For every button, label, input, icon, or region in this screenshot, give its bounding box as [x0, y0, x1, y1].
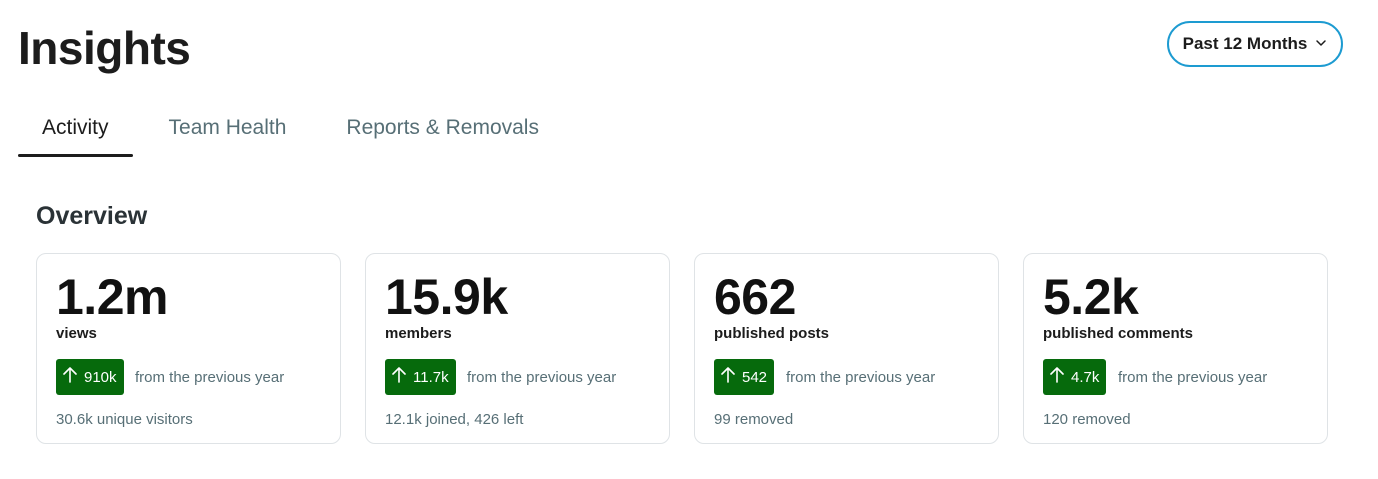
change-value: 11.7k: [413, 368, 449, 386]
stat-value: 15.9k: [385, 269, 508, 325]
stat-value: 5.2k: [1043, 269, 1139, 325]
arrow-up-icon: [720, 366, 736, 388]
tab-reports-removals[interactable]: Reports & Removals: [322, 104, 563, 157]
change-badge: 910k: [56, 359, 124, 395]
stat-card-views: 1.2m views 910k from the previous year 3…: [36, 253, 341, 444]
stat-metric-label: published posts: [714, 325, 830, 342]
overview-heading: Overview: [36, 202, 148, 230]
comparison-text: from the previous year: [135, 369, 285, 386]
change-value: 910k: [84, 368, 117, 386]
stat-footnote: 30.6k unique visitors: [56, 411, 193, 428]
stat-footnote: 12.1k joined, 426 left: [385, 411, 524, 428]
tab-activity[interactable]: Activity: [18, 104, 133, 157]
comparison-text: from the previous year: [786, 369, 936, 386]
tab-bar: Activity Team Health Reports & Removals: [18, 104, 575, 157]
date-range-label: Past 12 Months: [1182, 34, 1308, 53]
arrow-up-icon: [62, 366, 78, 388]
date-range-dropdown[interactable]: Past 12 Months: [1167, 21, 1343, 67]
comparison-text: from the previous year: [467, 369, 617, 386]
change-value: 4.7k: [1071, 368, 1100, 386]
stat-value: 1.2m: [56, 269, 168, 325]
stat-metric-label: views: [56, 325, 97, 342]
stat-card-members: 15.9k members 11.7k from the previous ye…: [365, 253, 670, 444]
stat-footnote: 120 removed: [1043, 411, 1131, 428]
change-badge: 542: [714, 359, 775, 395]
change-badge: 4.7k: [1043, 359, 1107, 395]
tab-team-health[interactable]: Team Health: [145, 104, 311, 157]
insights-page: Insights Past 12 Months Activity Team He…: [0, 0, 1378, 479]
page-title: Insights: [18, 22, 191, 74]
stat-card-published-posts: 662 published posts 542 from the previou…: [694, 253, 999, 444]
comparison-text: from the previous year: [1118, 369, 1268, 386]
chevron-down-icon: [1315, 34, 1327, 54]
stat-value: 662: [714, 269, 796, 325]
stat-metric-label: members: [385, 325, 452, 342]
change-badge: 11.7k: [385, 359, 456, 395]
arrow-up-icon: [1049, 366, 1065, 388]
arrow-up-icon: [391, 366, 407, 388]
change-value: 542: [742, 368, 768, 386]
stat-metric-label: published comments: [1043, 325, 1194, 342]
stat-card-published-comments: 5.2k published comments 4.7k from the pr…: [1023, 253, 1328, 444]
stat-footnote: 99 removed: [714, 411, 794, 428]
